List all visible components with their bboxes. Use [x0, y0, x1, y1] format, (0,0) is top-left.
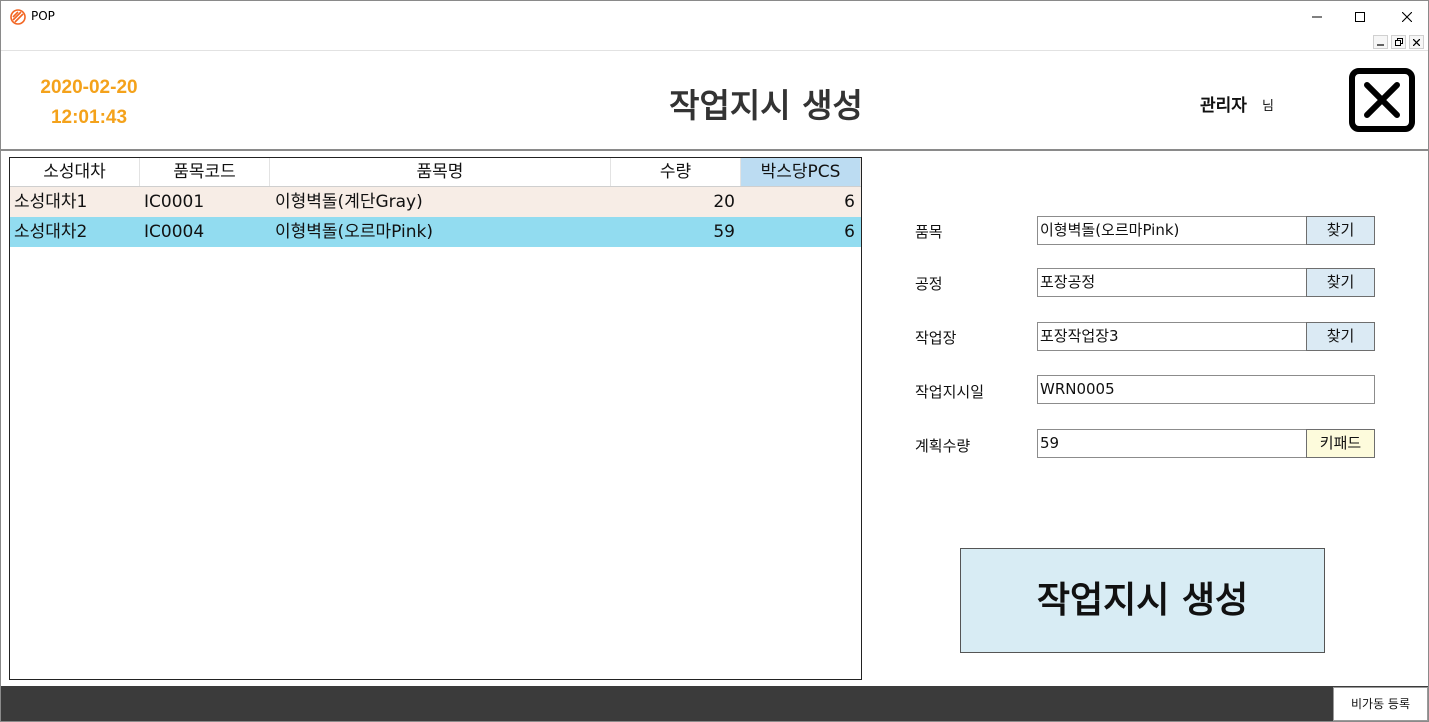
header-divider [1, 149, 1428, 151]
workshop-label: 작업장 [915, 329, 957, 347]
window-minimize-button[interactable] [1294, 1, 1340, 32]
cell-pcs-per-box: 6 [844, 192, 855, 212]
user-name: 관리자 [1200, 96, 1247, 116]
table-row[interactable]: 소성대차2 IC0004 이형벽돌(오르마Pink) 59 6 [10, 217, 861, 247]
exit-button[interactable] [1349, 68, 1415, 132]
footer-bar [1, 686, 1428, 721]
user-honorific: 님 [1262, 99, 1274, 114]
keypad-button[interactable]: 키패드 [1306, 429, 1375, 458]
cell-cart: 소성대차1 [14, 192, 88, 212]
plan-qty-field[interactable]: 59 [1037, 429, 1307, 458]
pop-window: POP 2020-02-20 12:01:43 작업지시 생성 관리자 님 소성… [0, 0, 1429, 722]
window-title: POP [31, 9, 55, 23]
column-header-pcs-per-box[interactable]: 박스당PCS [741, 158, 861, 186]
current-date: 2020-02-20 [40, 77, 138, 98]
cell-item-code: IC0001 [144, 192, 205, 212]
column-header-cart[interactable]: 소성대차 [10, 158, 140, 186]
close-icon [1402, 11, 1412, 22]
order-no-label: 작업지시일 [915, 383, 985, 401]
cell-cart: 소성대차2 [14, 222, 88, 242]
cell-quantity: 59 [713, 222, 735, 242]
column-header-item-name[interactable]: 품목명 [270, 158, 611, 186]
table-row[interactable]: 소성대차1 IC0001 이형벽돌(계단Gray) 20 6 [10, 187, 861, 217]
register-downtime-button[interactable]: 비가동 등록 [1333, 687, 1428, 721]
cell-item-code: IC0004 [144, 222, 205, 242]
window-maximize-button[interactable] [1337, 1, 1383, 32]
item-field[interactable]: 이형벽돌(오르마Pink) [1037, 216, 1307, 245]
maximize-icon [1355, 11, 1365, 22]
item-find-button[interactable]: 찾기 [1306, 216, 1375, 245]
cart-table[interactable]: 소성대차 품목코드 품목명 수량 박스당PCS 소성대차1 IC0001 이형벽… [9, 157, 862, 680]
cell-quantity: 20 [713, 192, 735, 212]
close-icon [1413, 38, 1420, 46]
current-time: 12:01:43 [50, 107, 128, 128]
cell-item-name: 이형벽돌(계단Gray) [275, 192, 423, 212]
workshop-field[interactable]: 포장작업장3 [1037, 322, 1307, 351]
child-minimize-button[interactable] [1373, 35, 1388, 49]
child-close-button[interactable] [1409, 35, 1424, 49]
table-header: 소성대차 품목코드 품목명 수량 박스당PCS [10, 158, 861, 187]
cell-item-name: 이형벽돌(오르마Pink) [275, 222, 433, 242]
plan-qty-label: 계획수량 [915, 437, 971, 455]
item-label: 품목 [915, 223, 943, 241]
process-field[interactable]: 포장공정 [1037, 268, 1307, 297]
workshop-find-button[interactable]: 찾기 [1306, 322, 1375, 351]
column-header-quantity[interactable]: 수량 [611, 158, 741, 186]
page-title: 작업지시 생성 [669, 86, 863, 125]
process-find-button[interactable]: 찾기 [1306, 268, 1375, 297]
app-logo-icon [10, 9, 26, 25]
minimize-icon [1377, 43, 1384, 46]
restore-icon [1394, 38, 1403, 46]
title-bar: POP [1, 1, 1428, 32]
order-no-field[interactable]: WRN0005 [1037, 375, 1375, 404]
divider [1, 50, 1428, 51]
process-label: 공정 [915, 275, 943, 293]
create-work-order-button[interactable]: 작업지시 생성 [960, 548, 1325, 653]
child-restore-button[interactable] [1391, 35, 1406, 49]
window-close-button[interactable] [1384, 1, 1429, 32]
cell-pcs-per-box: 6 [844, 222, 855, 242]
minimize-icon [1312, 16, 1322, 17]
column-header-item-code[interactable]: 품목코드 [140, 158, 270, 186]
close-x-icon [1364, 82, 1400, 118]
